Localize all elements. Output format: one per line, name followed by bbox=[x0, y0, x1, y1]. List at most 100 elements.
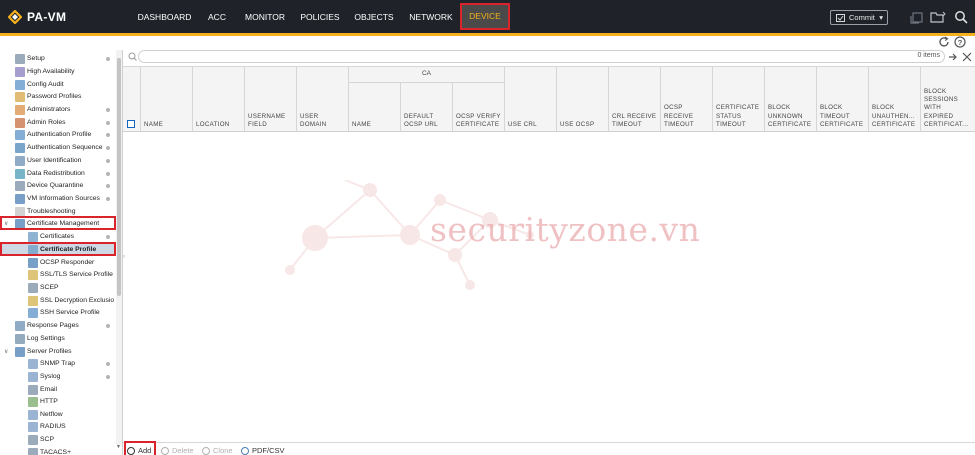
column-header[interactable]: OCSP RECEIVE TIMEOUT bbox=[660, 66, 712, 132]
sidebar-scroll-thumb[interactable] bbox=[117, 58, 121, 296]
sidebar-item-response-pages[interactable]: Response Pages bbox=[0, 320, 116, 332]
app-title: PA-VM bbox=[27, 10, 67, 24]
column-header[interactable]: DEFAULT OCSP URL bbox=[400, 83, 452, 132]
sidebar-item-setup[interactable]: Setup bbox=[0, 53, 116, 65]
column-header[interactable]: NAME bbox=[348, 83, 400, 132]
auth-profile-icon bbox=[15, 130, 25, 140]
sidebar-item-administrators[interactable]: Administrators bbox=[0, 104, 116, 116]
column-header[interactable]: LOCATION bbox=[192, 66, 244, 132]
column-header[interactable]: BLOCK UNAUTHEN... CERTIFICATE bbox=[868, 66, 920, 132]
delete-button[interactable]: Delete bbox=[161, 446, 194, 455]
column-header-text: OCSP URL bbox=[404, 120, 438, 128]
sidebar-item-config-audit[interactable]: Config Audit bbox=[0, 79, 116, 91]
column-header[interactable]: BLOCK TIMEOUT CERTIFICATE bbox=[816, 66, 868, 132]
apply-filter-arrow-icon[interactable] bbox=[948, 52, 958, 62]
cert-profile-highlight bbox=[0, 242, 116, 256]
tab-objects[interactable]: OBJECTS bbox=[350, 4, 398, 30]
sidebar-item-user-identification[interactable]: User Identification bbox=[0, 155, 116, 167]
config-save-icon[interactable] bbox=[930, 10, 946, 24]
sidebar-item-high-availability[interactable]: High Availability bbox=[0, 66, 116, 78]
column-header[interactable]: BLOCK UNKNOWN CERTIFICATE bbox=[764, 66, 816, 132]
commit-button[interactable]: Commit ▾ bbox=[830, 10, 888, 25]
lock-config-icon[interactable] bbox=[910, 10, 924, 24]
column-header-text: CRL RECEIVE bbox=[612, 112, 657, 120]
column-header[interactable]: USE CRL bbox=[504, 66, 556, 132]
sidebar-item-log-settings[interactable]: Log Settings bbox=[0, 333, 116, 345]
filter-input[interactable] bbox=[138, 50, 945, 63]
sidebar-item-label: Administrators bbox=[27, 106, 71, 113]
column-header-text: NAME bbox=[352, 120, 372, 128]
sidebar-item-data-redistribution[interactable]: Data Redistribution bbox=[0, 168, 116, 180]
sidebar-item-authentication-profile[interactable]: Authentication Profile bbox=[0, 129, 116, 141]
server-profiles-icon bbox=[15, 347, 25, 357]
status-dot bbox=[106, 133, 110, 137]
clone-button[interactable]: Clone bbox=[202, 446, 233, 455]
setup-icon bbox=[15, 54, 25, 64]
sidebar-item-label: VM Information Sources bbox=[27, 195, 100, 202]
column-header-text: STATUS bbox=[716, 112, 742, 120]
sidebar-item-tacacs[interactable]: TACACS+ bbox=[0, 447, 116, 455]
sidebar-item-http[interactable]: HTTP bbox=[0, 396, 116, 408]
tab-policies[interactable]: POLICIES bbox=[296, 4, 344, 30]
sidebar-item-ssh-service-profile[interactable]: SSH Service Profile bbox=[0, 307, 116, 319]
column-header[interactable]: BLOCK SESSIONS WITH EXPIRED CERTIFICAT... bbox=[920, 66, 975, 132]
vm-icon bbox=[15, 194, 25, 204]
clone-icon bbox=[202, 447, 210, 455]
column-header-text: TIMEOUT bbox=[716, 120, 746, 128]
tab-dashboard[interactable]: DASHBOARD bbox=[134, 4, 195, 30]
help-icon[interactable]: ? bbox=[954, 36, 966, 48]
column-header-text: DEFAULT bbox=[404, 112, 434, 120]
sidebar-item-scep[interactable]: SCEP bbox=[0, 282, 116, 294]
pdf-csv-button[interactable]: PDF/CSV bbox=[241, 446, 285, 455]
pdf-csv-icon bbox=[241, 447, 249, 455]
sidebar-item-email[interactable]: Email bbox=[0, 384, 116, 396]
column-header-text: EXPIRED bbox=[924, 112, 954, 120]
add-label: Add bbox=[138, 446, 152, 455]
tab-network[interactable]: NETWORK bbox=[404, 4, 458, 30]
status-dot bbox=[106, 108, 110, 112]
sidebar-item-scp[interactable]: SCP bbox=[0, 434, 116, 446]
sidebar-item-syslog[interactable]: Syslog bbox=[0, 371, 116, 383]
ha-icon bbox=[15, 67, 25, 77]
user-id-icon bbox=[15, 156, 25, 166]
column-header[interactable]: CRL RECEIVE TIMEOUT bbox=[608, 66, 660, 132]
sidebar-item-snmp-trap[interactable]: SNMP Trap bbox=[0, 358, 116, 370]
sidebar-item-device-quarantine[interactable]: Device Quarantine bbox=[0, 180, 116, 192]
sidebar-item-label: OCSP Responder bbox=[40, 259, 95, 266]
column-header[interactable]: NAME bbox=[140, 66, 192, 132]
sidebar-item-label: TACACS+ bbox=[40, 449, 72, 455]
sidebar-item-radius[interactable]: RADIUS bbox=[0, 421, 116, 433]
sidebar-item-label: SNMP Trap bbox=[40, 360, 76, 367]
ssh-icon bbox=[28, 308, 38, 318]
search-icon[interactable] bbox=[954, 10, 968, 24]
column-header[interactable]: USERNAME FIELD bbox=[244, 66, 296, 132]
scp-icon bbox=[28, 435, 38, 445]
tab-acc[interactable]: ACC bbox=[200, 4, 234, 30]
sidebar-item-label: Data Redistribution bbox=[27, 170, 85, 177]
column-header[interactable]: OCSP VERIFY CERTIFICATE bbox=[452, 83, 504, 132]
collapse-panel-icon[interactable]: ‹ bbox=[123, 254, 125, 260]
sidebar-item-server-profiles[interactable]: ∨ Server Profiles bbox=[0, 346, 116, 358]
sidebar-item-vm-information-sources[interactable]: VM Information Sources bbox=[0, 193, 116, 205]
clear-filter-icon[interactable] bbox=[962, 52, 972, 62]
sidebar-item-ssl-decryption-exclusio[interactable]: SSL Decryption Exclusio bbox=[0, 295, 116, 307]
add-button[interactable]: Add bbox=[127, 446, 151, 455]
tab-monitor[interactable]: MONITOR bbox=[240, 4, 290, 30]
refresh-icon[interactable] bbox=[938, 36, 950, 48]
column-header[interactable]: USE OCSP bbox=[556, 66, 608, 132]
scroll-down-arrow-icon[interactable]: ▼ bbox=[116, 444, 121, 450]
sidebar-item-ssl-tls-service-profile[interactable]: SSL/TLS Service Profile bbox=[0, 269, 116, 281]
tab-device[interactable]: DEVICE bbox=[460, 3, 510, 30]
sidebar-item-ocsp-responder[interactable]: OCSP Responder bbox=[0, 257, 116, 269]
column-header[interactable]: CERTIFICATE STATUS TIMEOUT bbox=[712, 66, 764, 132]
log-settings-icon bbox=[15, 334, 25, 344]
sidebar-item-authentication-sequence[interactable]: Authentication Sequence bbox=[0, 142, 116, 154]
column-header-text: TIMEOUT bbox=[612, 120, 642, 128]
sidebar-item-password-profiles[interactable]: Password Profiles bbox=[0, 91, 116, 103]
select-all-checkbox[interactable] bbox=[127, 120, 135, 128]
column-header-text: OCSP bbox=[664, 104, 683, 112]
expand-chevron-icon[interactable]: ∨ bbox=[4, 346, 8, 358]
column-header[interactable]: USER DOMAIN bbox=[296, 66, 348, 132]
sidebar-item-netflow[interactable]: Netflow bbox=[0, 409, 116, 421]
sidebar-item-admin-roles[interactable]: Admin Roles bbox=[0, 117, 116, 129]
